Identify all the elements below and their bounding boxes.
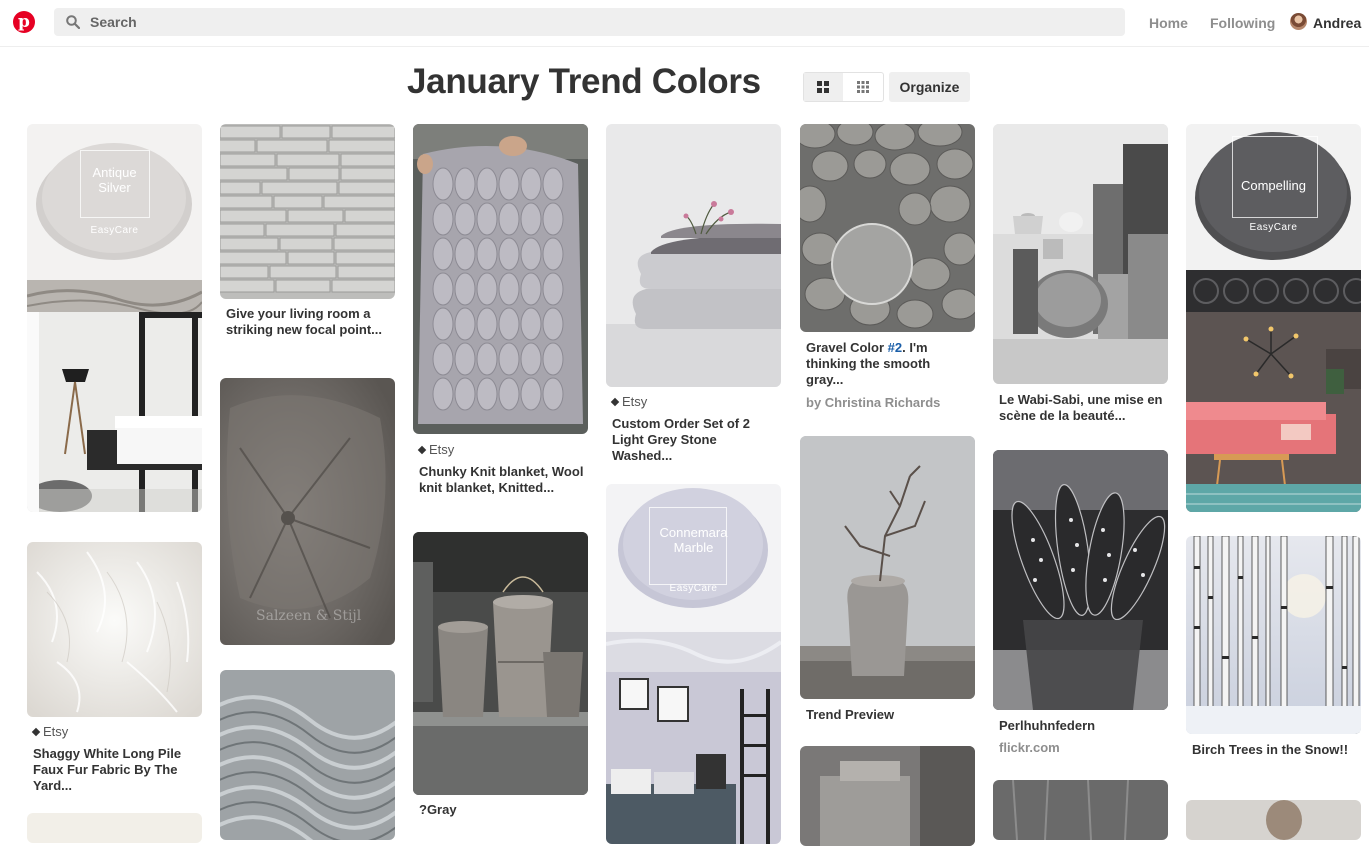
pin-title[interactable]: Shaggy White Long Pile Faux Fur Fabric B… — [33, 746, 198, 794]
pin-gray-pots[interactable]: ?Gray — [413, 532, 588, 824]
tag-icon — [610, 397, 620, 407]
hashtag-link[interactable]: #2 — [888, 340, 902, 355]
pin-wabi-sabi[interactable]: Le Wabi-Sabi, une mise en scène de la be… — [993, 124, 1168, 429]
chip-brand: EasyCare — [669, 583, 718, 594]
tag-icon — [417, 445, 427, 455]
grid-large-button[interactable] — [804, 73, 843, 101]
pin-image[interactable] — [220, 670, 395, 840]
pin-image[interactable]: Antique Silver EasyCare — [27, 124, 202, 512]
grid-small-button[interactable] — [844, 73, 883, 101]
chip-label: Connemara — [659, 525, 728, 540]
pin-concrete[interactable] — [800, 746, 975, 846]
pin-image[interactable] — [27, 813, 202, 843]
pin-source[interactable]: Etsy — [610, 394, 647, 409]
pin-velvet-sofa[interactable]: Salzeen & Stijl — [220, 378, 395, 645]
view-toggle — [803, 72, 884, 102]
pin-image[interactable]: Compelling EasyCare — [1186, 124, 1361, 512]
pin-image[interactable] — [800, 746, 975, 846]
pin-partial[interactable] — [1186, 800, 1361, 840]
pin-title[interactable]: Gravel Color #2. I'm thinking the smooth… — [806, 340, 971, 388]
pin-byline[interactable]: by Christina Richards — [806, 395, 940, 410]
grid-small-icon — [857, 81, 869, 93]
board-title: January Trend Colors — [407, 62, 761, 101]
pin-title[interactable]: Perlhuhnfedern — [999, 718, 1164, 734]
pin-image[interactable] — [993, 450, 1168, 710]
pin-image[interactable]: Salzeen & Stijl — [220, 378, 395, 645]
pin-birch-trees[interactable]: Birch Trees in the Snow!! — [1186, 536, 1361, 778]
pin-image[interactable] — [800, 124, 975, 332]
pin-chunky-knit[interactable]: Etsy Chunky Knit blanket, Wool knit blan… — [413, 124, 588, 516]
pin-image[interactable] — [606, 124, 781, 387]
pin-title[interactable]: Le Wabi-Sabi, une mise en scène de la be… — [999, 392, 1164, 424]
pin-gravel[interactable]: Gravel Color #2. I'm thinking the smooth… — [800, 124, 975, 414]
tag-icon — [31, 727, 41, 737]
pin-image[interactable] — [1186, 800, 1361, 840]
pin-image[interactable] — [27, 542, 202, 717]
top-bar: p Home Following Andrea — [0, 0, 1369, 47]
chip-label: Compelling — [1240, 178, 1307, 193]
pin-title[interactable]: ?Gray — [419, 802, 584, 818]
pin-antique-silver[interactable]: Antique Silver EasyCare — [27, 124, 202, 512]
search-input[interactable] — [90, 8, 990, 36]
pin-stone-washed-pillows[interactable]: Etsy Custom Order Set of 2 Light Grey St… — [606, 124, 781, 466]
pin-source[interactable]: Etsy — [31, 724, 68, 739]
pin-compelling[interactable]: Compelling EasyCare — [1186, 124, 1361, 512]
title-text: Gravel Color — [806, 340, 888, 355]
pinterest-logo-icon[interactable]: p — [13, 11, 35, 33]
search-icon — [66, 15, 80, 29]
avatar[interactable] — [1290, 13, 1307, 30]
pin-image[interactable] — [993, 780, 1168, 840]
watermark-text: Salzeen & Stijl — [256, 608, 362, 624]
search-bar[interactable] — [54, 8, 1125, 36]
pin-stone-wall[interactable]: Give your living room a striking new foc… — [220, 124, 395, 356]
chip-brand: EasyCare — [90, 225, 139, 236]
source-label[interactable]: Etsy — [429, 442, 454, 457]
pin-perlhuhnfedern[interactable]: Perlhuhnfedern flickr.com — [993, 450, 1168, 760]
grid-large-icon — [817, 81, 829, 93]
user-name[interactable]: Andrea — [1313, 15, 1361, 31]
pin-image[interactable] — [413, 124, 588, 434]
pin-image[interactable] — [413, 532, 588, 795]
pin-image[interactable] — [220, 124, 395, 299]
pin-trend-preview[interactable]: Trend Preview — [800, 436, 975, 724]
pin-image[interactable] — [1186, 536, 1361, 734]
pin-source-domain[interactable]: flickr.com — [999, 740, 1060, 755]
nav-home[interactable]: Home — [1149, 15, 1188, 31]
chip-label: Silver — [98, 180, 131, 195]
pin-title[interactable]: Custom Order Set of 2 Light Grey Stone W… — [612, 416, 777, 464]
nav-following[interactable]: Following — [1210, 15, 1275, 31]
pin-connemara-marble[interactable]: Connemara Marble EasyCare — [606, 484, 781, 844]
chip-label: Marble — [673, 540, 714, 555]
source-label[interactable]: Etsy — [43, 724, 68, 739]
pin-title[interactable]: Chunky Knit blanket, Wool knit blanket, … — [419, 464, 584, 496]
pin-yarn[interactable] — [220, 670, 395, 840]
pin-title[interactable]: Trend Preview — [806, 707, 971, 723]
organize-button[interactable]: Organize — [889, 72, 970, 102]
chip-brand: EasyCare — [1249, 222, 1298, 233]
color-chip-frame — [1232, 136, 1318, 218]
pin-title[interactable]: Birch Trees in the Snow!! — [1192, 742, 1357, 758]
chip-label: Antique — [92, 165, 137, 180]
pin-image[interactable] — [993, 124, 1168, 384]
pin-image[interactable]: Connemara Marble EasyCare — [606, 484, 781, 844]
pin-title[interactable]: Give your living room a striking new foc… — [226, 306, 391, 338]
pin-image[interactable] — [800, 436, 975, 699]
pin-partial[interactable] — [27, 813, 202, 843]
pin-faux-fur[interactable]: Etsy Shaggy White Long Pile Faux Fur Fab… — [27, 542, 202, 797]
source-label[interactable]: Etsy — [622, 394, 647, 409]
pin-wood-grain[interactable] — [993, 780, 1168, 840]
pin-source[interactable]: Etsy — [417, 442, 454, 457]
